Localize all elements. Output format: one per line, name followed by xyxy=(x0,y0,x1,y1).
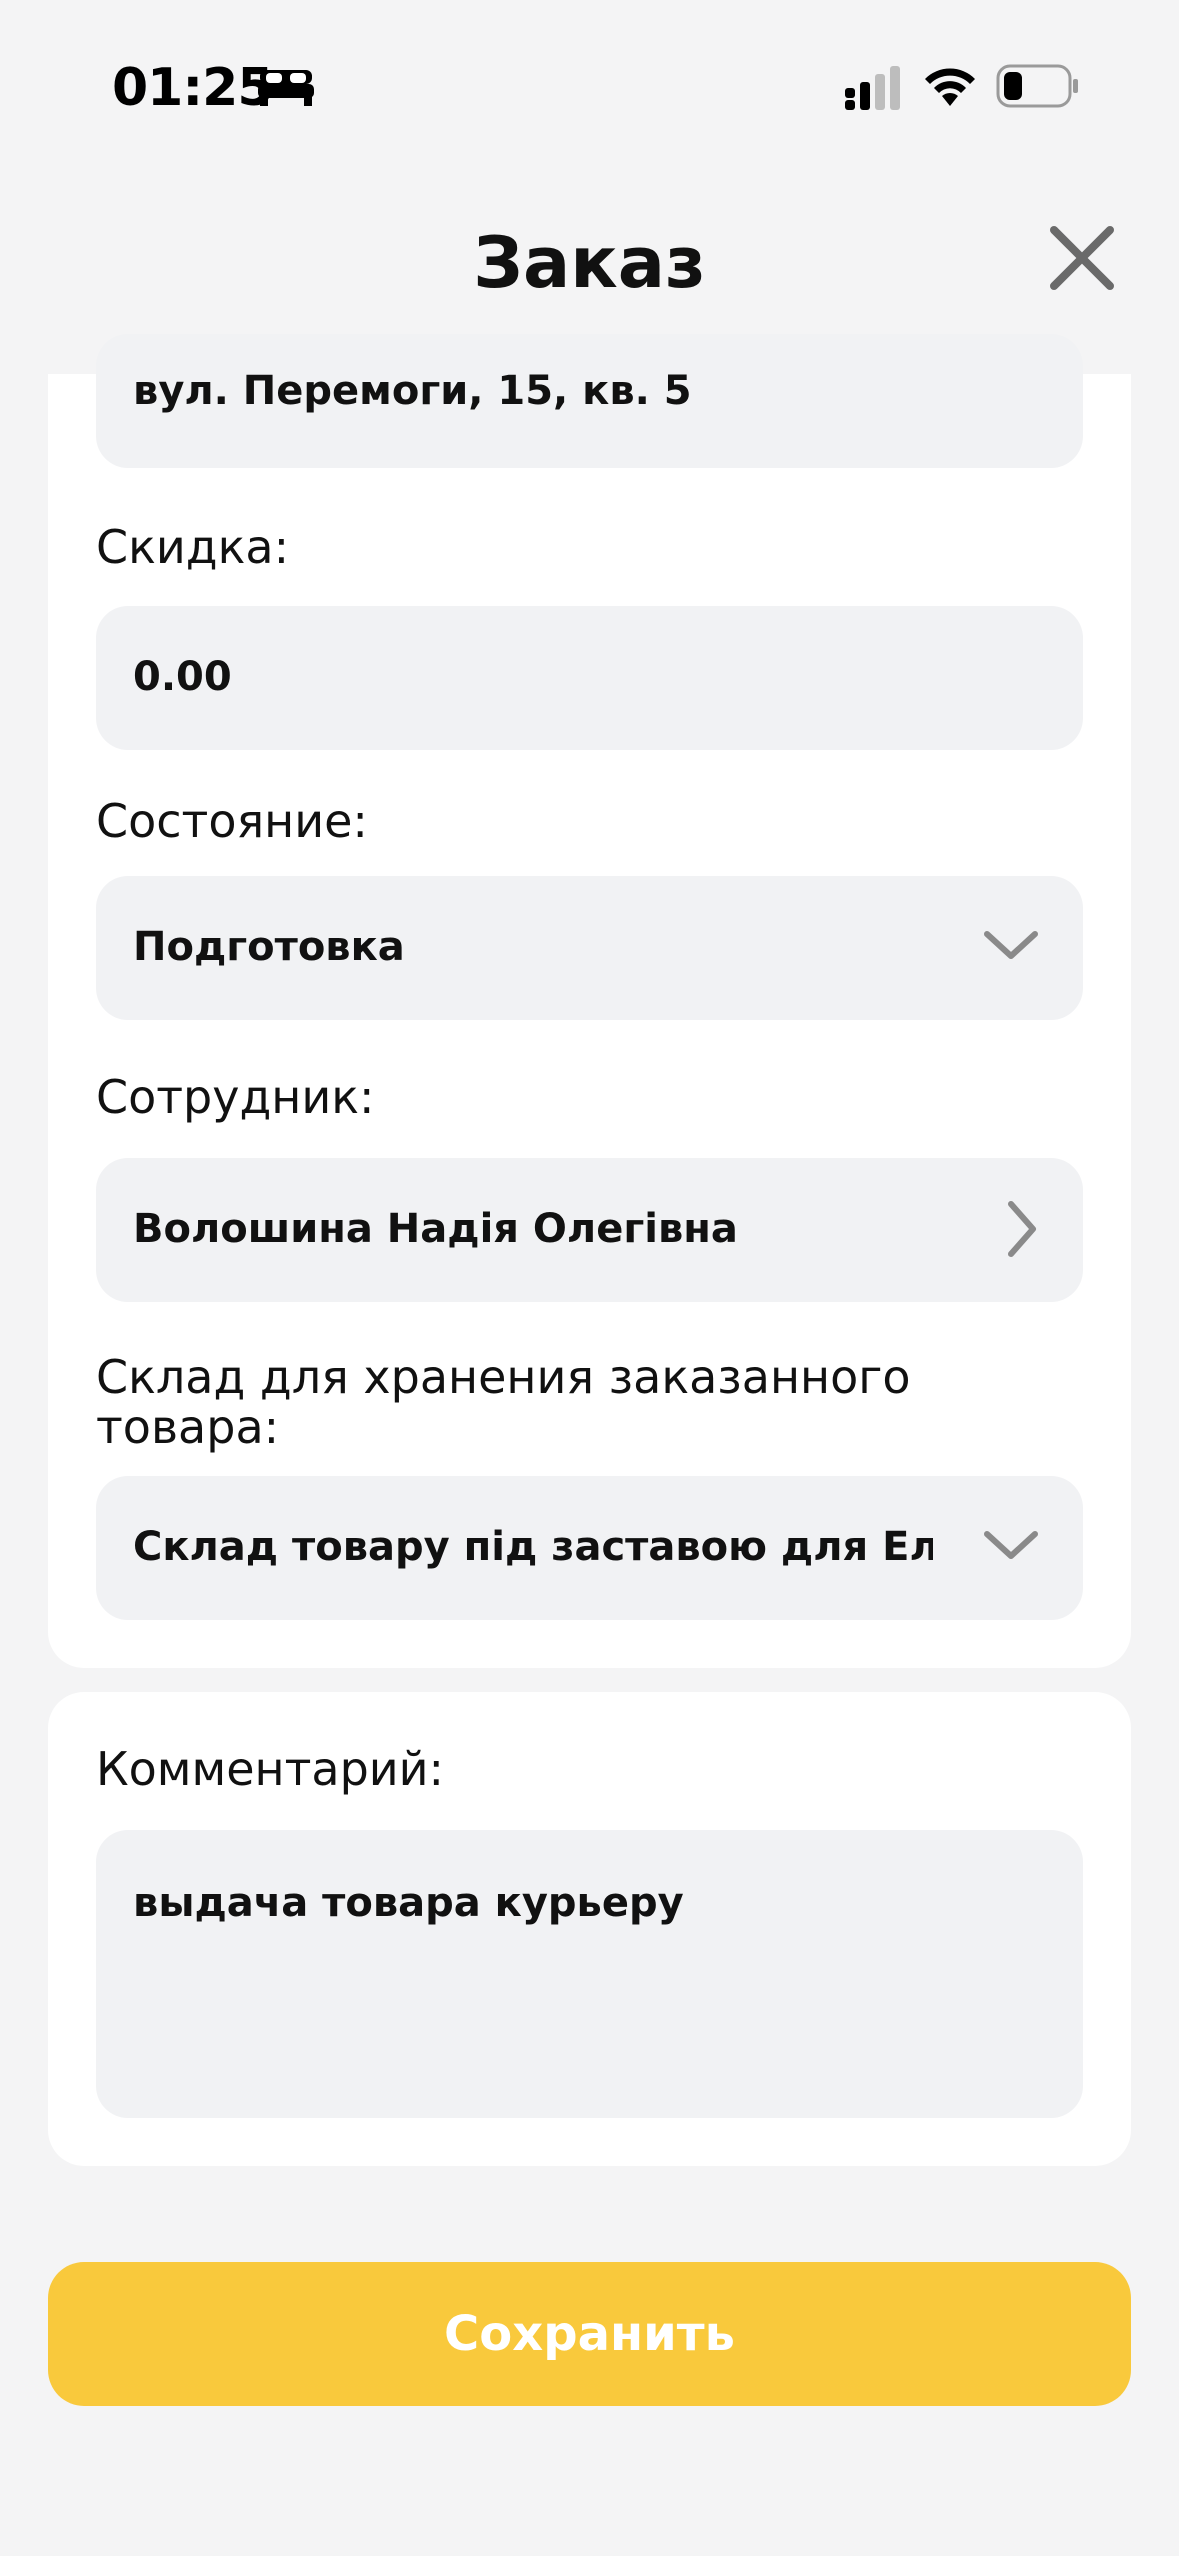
chevron-right-icon xyxy=(1008,1201,1036,1257)
save-button[interactable]: Сохранить xyxy=(48,2262,1131,2406)
status-bar: 01:25 xyxy=(0,0,1179,170)
comment-textarea[interactable]: выдача товара курьеру xyxy=(96,1830,1083,2118)
discount-label: Скидка: xyxy=(96,520,290,574)
comment-card: Комментарий: выдача товара курьеру xyxy=(48,1692,1131,2166)
warehouse-label: Склад для хранения заказанного товара: xyxy=(96,1350,911,1454)
status-time: 01:25 xyxy=(112,58,274,118)
save-button-label: Сохранить xyxy=(444,2306,735,2362)
header: Заказ xyxy=(0,200,1179,330)
address-field[interactable]: вул. Перемоги, 15, кв. 5 xyxy=(96,334,1083,468)
warehouse-value: Склад товару під заставою для Еліт xyxy=(133,1524,933,1570)
state-label: Состояние: xyxy=(96,794,368,848)
state-select[interactable]: Подготовка xyxy=(96,876,1083,1020)
close-icon xyxy=(1050,226,1114,290)
discount-value: 0.00 xyxy=(133,654,232,700)
warehouse-select[interactable]: Склад товару під заставою для Еліт xyxy=(96,1476,1083,1620)
chevron-down-icon xyxy=(984,931,1038,959)
employee-label: Сотрудник: xyxy=(96,1070,375,1124)
address-value: вул. Перемоги, 15, кв. 5 xyxy=(133,368,692,414)
discount-field[interactable]: 0.00 xyxy=(96,606,1083,750)
chevron-down-icon xyxy=(984,1531,1038,1559)
state-value: Подготовка xyxy=(133,924,405,970)
employee-field[interactable]: Волошина Надія Олегівна xyxy=(96,1158,1083,1302)
order-form-card: вул. Перемоги, 15, кв. 5 Скидка: 0.00 Со… xyxy=(48,334,1131,1668)
page-title: Заказ xyxy=(473,222,706,304)
comment-value: выдача товара курьеру xyxy=(133,1880,684,1926)
close-button[interactable] xyxy=(1046,222,1118,294)
employee-value: Волошина Надія Олегівна xyxy=(133,1206,738,1252)
wifi-icon xyxy=(925,68,975,106)
comment-label: Комментарий: xyxy=(96,1742,445,1796)
battery-icon xyxy=(996,64,1078,108)
bed-icon xyxy=(258,70,314,106)
cellular-signal-icon xyxy=(845,66,900,110)
